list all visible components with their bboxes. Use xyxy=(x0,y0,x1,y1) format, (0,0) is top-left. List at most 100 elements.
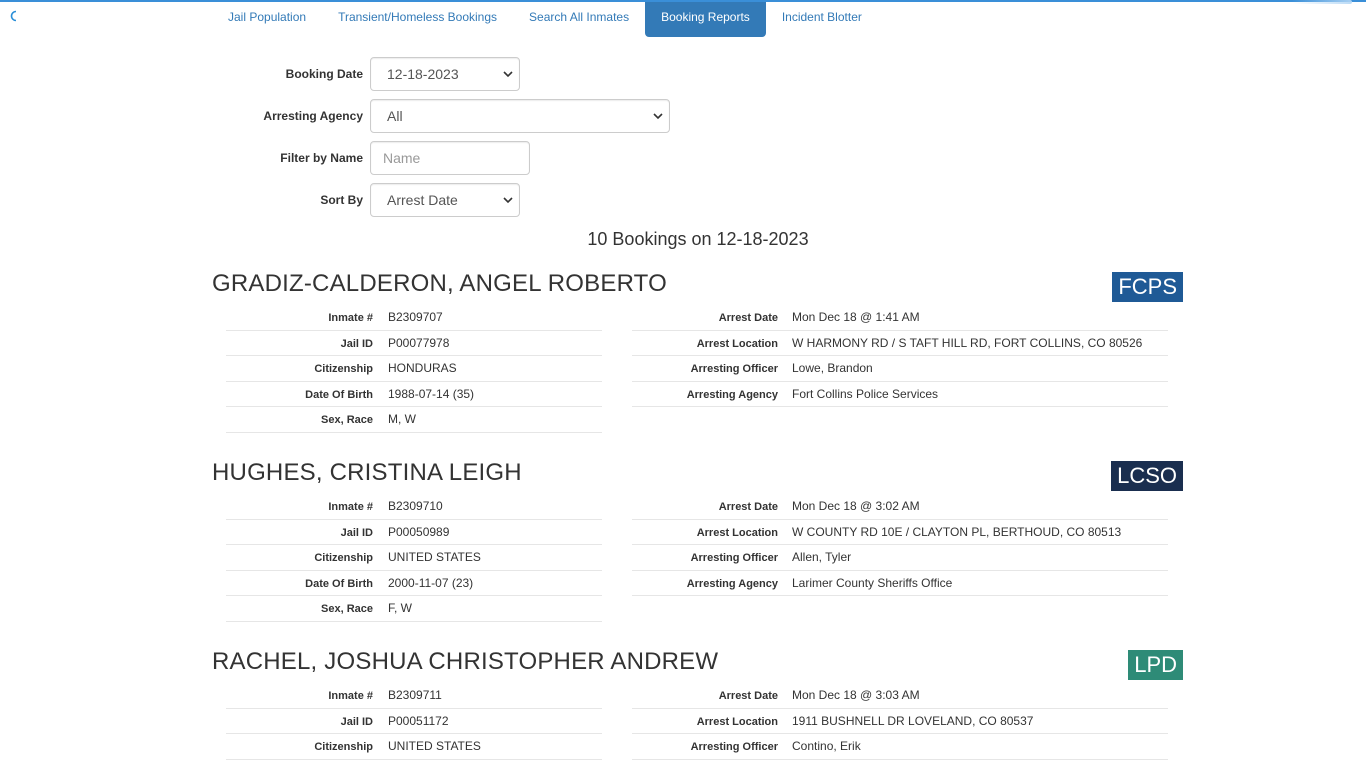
arresting-agency-select[interactable]: All xyxy=(370,99,670,133)
arrest-location-label: Arrest Location xyxy=(696,337,778,350)
arrest-details: Arrest Date Mon Dec 18 @ 3:02 AM Arrest L… xyxy=(632,494,1168,597)
arrest-date-value: Mon Dec 18 @ 1:41 AM xyxy=(792,310,920,324)
tab-transient-homeless-bookings[interactable]: Transient/Homeless Bookings xyxy=(322,2,513,37)
inmate-no-value: B2309710 xyxy=(388,499,443,513)
detail-row: Arrest Location W COUNTY RD 10E / CLAYTON… xyxy=(632,520,1168,546)
citizenship-value: UNITED STATES xyxy=(388,550,481,565)
jail-id-label: Jail ID xyxy=(340,715,373,728)
inmate-details: Inmate # B2309707 Jail ID P00077978 Citize… xyxy=(226,305,602,433)
sort-by-row: Sort By Arrest Date xyxy=(212,183,520,217)
dob-label: Date Of Birth xyxy=(305,388,373,401)
arrest-location-label: Arrest Location xyxy=(696,526,778,539)
booking-date-label: Booking Date xyxy=(285,67,363,81)
jail-id-value: P00050989 xyxy=(388,524,450,539)
sex-race-label: Sex, Race xyxy=(321,414,373,427)
arrest-date-label: Arrest Date xyxy=(718,690,778,702)
filter-by-name-row: Filter by Name Name xyxy=(212,141,530,175)
arresting-officer-label: Arresting Officer xyxy=(690,552,778,565)
inmate-name[interactable]: GRADIZ-CALDERON, ANGEL ROBERTO xyxy=(212,270,667,298)
arrest-date-label: Arrest Date xyxy=(718,312,778,324)
arresting-agency-detail-label: Arresting Agency xyxy=(686,388,778,401)
detail-row: Date Of Birth 2000-11-07 (23) xyxy=(226,571,602,597)
citizenship-value: HONDURAS xyxy=(388,361,457,376)
agency-badge: LCSO xyxy=(1111,461,1183,491)
chevron-down-icon xyxy=(503,197,513,204)
detail-row: Jail ID P00050989 xyxy=(226,520,602,546)
tab-incident-blotter[interactable]: Incident Blotter xyxy=(766,2,878,37)
detail-row: Citizenship HONDURAS xyxy=(226,356,602,382)
name-filter-placeholder: Name xyxy=(383,150,421,166)
booking-card: HUGHES, CRISTINA LEIGH LCSO Inmate # B230… xyxy=(212,459,1184,629)
arrest-location-label: Arrest Location xyxy=(696,715,778,728)
detail-row: Arresting Officer Contino, Erik xyxy=(632,734,1168,760)
detail-row: Jail ID P00077978 xyxy=(226,331,602,357)
detail-row: Citizenship UNITED STATES xyxy=(226,734,602,760)
main-nav: Jail Population Transient/Homeless Booki… xyxy=(212,2,878,37)
arresting-agency-detail-value: Larimer County Sheriffs Office xyxy=(792,575,953,590)
detail-row: Jail ID P00051172 xyxy=(226,709,602,735)
inmate-no-value: B2309711 xyxy=(388,688,442,702)
citizenship-label: Citizenship xyxy=(314,741,373,754)
detail-row: Arrest Date Mon Dec 18 @ 1:41 AM xyxy=(632,305,1168,331)
detail-row: Arresting Agency Larimer County Sheriffs … xyxy=(632,571,1168,597)
tab-booking-reports[interactable]: Booking Reports xyxy=(645,2,766,37)
arresting-agency-detail-value: Fort Collins Police Services xyxy=(792,386,939,401)
loading-bar-glow xyxy=(1292,0,1352,4)
dob-value: 2000-11-07 (23) xyxy=(388,575,474,590)
jail-id-label: Jail ID xyxy=(340,337,373,350)
detail-row: Date Of Birth 1988-07-14 (35) xyxy=(226,382,602,408)
booking-date-value: 12-18-2023 xyxy=(387,66,459,82)
detail-row: Sex, Race M, W xyxy=(226,407,602,433)
booking-date-select[interactable]: 12-18-2023 xyxy=(370,57,520,91)
arresting-agency-label: Arresting Agency xyxy=(263,109,363,123)
bookings-summary: 10 Bookings on 12-18-2023 xyxy=(587,229,809,249)
chevron-down-icon xyxy=(503,71,513,78)
arrest-date-label: Arrest Date xyxy=(718,501,778,513)
inmate-no-label: Inmate # xyxy=(328,312,373,324)
arresting-officer-value: Contino, Erik xyxy=(792,739,861,754)
arresting-agency-detail-label: Arresting Agency xyxy=(686,577,778,590)
inmate-no-label: Inmate # xyxy=(328,690,373,702)
arrest-details: Arrest Date Mon Dec 18 @ 3:03 AM Arrest L… xyxy=(632,683,1168,760)
tab-jail-population[interactable]: Jail Population xyxy=(212,2,322,37)
arrest-date-value: Mon Dec 18 @ 3:03 AM xyxy=(792,688,920,702)
inmate-name[interactable]: RACHEL, JOSHUA CHRISTOPHER ANDREW xyxy=(212,648,718,676)
detail-row: Inmate # B2309711 xyxy=(226,683,602,709)
inmate-no-value: B2309707 xyxy=(388,310,443,324)
arresting-officer-value: Lowe, Brandon xyxy=(792,361,873,376)
jail-id-value: P00051172 xyxy=(388,713,449,728)
sort-by-value: Arrest Date xyxy=(387,192,458,208)
detail-row: Arrest Location 1911 BUSHNELL DR LOVELAND… xyxy=(632,709,1168,735)
citizenship-value: UNITED STATES xyxy=(388,739,481,754)
sort-by-select[interactable]: Arrest Date xyxy=(370,183,520,217)
detail-row: Citizenship UNITED STATES xyxy=(226,545,602,571)
sex-race-value: F, W xyxy=(388,601,412,616)
arresting-officer-label: Arresting Officer xyxy=(690,363,778,376)
arresting-officer-label: Arresting Officer xyxy=(690,741,778,754)
arresting-agency-row: Arresting Agency All xyxy=(212,99,670,133)
loading-spinner-icon xyxy=(10,10,17,22)
arresting-agency-value: All xyxy=(387,108,403,124)
detail-row: Arrest Location W HARMONY RD / S TAFT HIL… xyxy=(632,331,1168,357)
name-filter-input[interactable]: Name xyxy=(370,141,530,175)
inmate-name[interactable]: HUGHES, CRISTINA LEIGH xyxy=(212,459,522,487)
citizenship-label: Citizenship xyxy=(314,363,373,376)
inmate-no-label: Inmate # xyxy=(328,501,373,513)
arrest-date-value: Mon Dec 18 @ 3:02 AM xyxy=(792,499,920,513)
sex-race-label: Sex, Race xyxy=(321,603,373,616)
booking-card: GRADIZ-CALDERON, ANGEL ROBERTO FCPS Inma… xyxy=(212,270,1184,440)
sex-race-value: M, W xyxy=(388,412,416,427)
arresting-officer-value: Allen, Tyler xyxy=(792,550,852,565)
jail-id-value: P00077978 xyxy=(388,335,450,350)
arrest-details: Arrest Date Mon Dec 18 @ 1:41 AM Arrest L… xyxy=(632,305,1168,408)
tab-search-all-inmates[interactable]: Search All Inmates xyxy=(513,2,645,37)
detail-row: Arresting Agency Fort Collins Police Serv… xyxy=(632,382,1168,408)
jail-id-label: Jail ID xyxy=(340,526,373,539)
detail-row: Arresting Officer Allen, Tyler xyxy=(632,545,1168,571)
detail-row: Inmate # B2309707 xyxy=(226,305,602,331)
inmate-details: Inmate # B2309711 Jail ID P00051172 Citize… xyxy=(226,683,602,760)
dob-label: Date Of Birth xyxy=(305,577,373,590)
sort-by-label: Sort By xyxy=(320,193,363,207)
arrest-location-value: 1911 BUSHNELL DR LOVELAND, CO 80537 xyxy=(792,713,1034,728)
inmate-details: Inmate # B2309710 Jail ID P00050989 Citize… xyxy=(226,494,602,622)
